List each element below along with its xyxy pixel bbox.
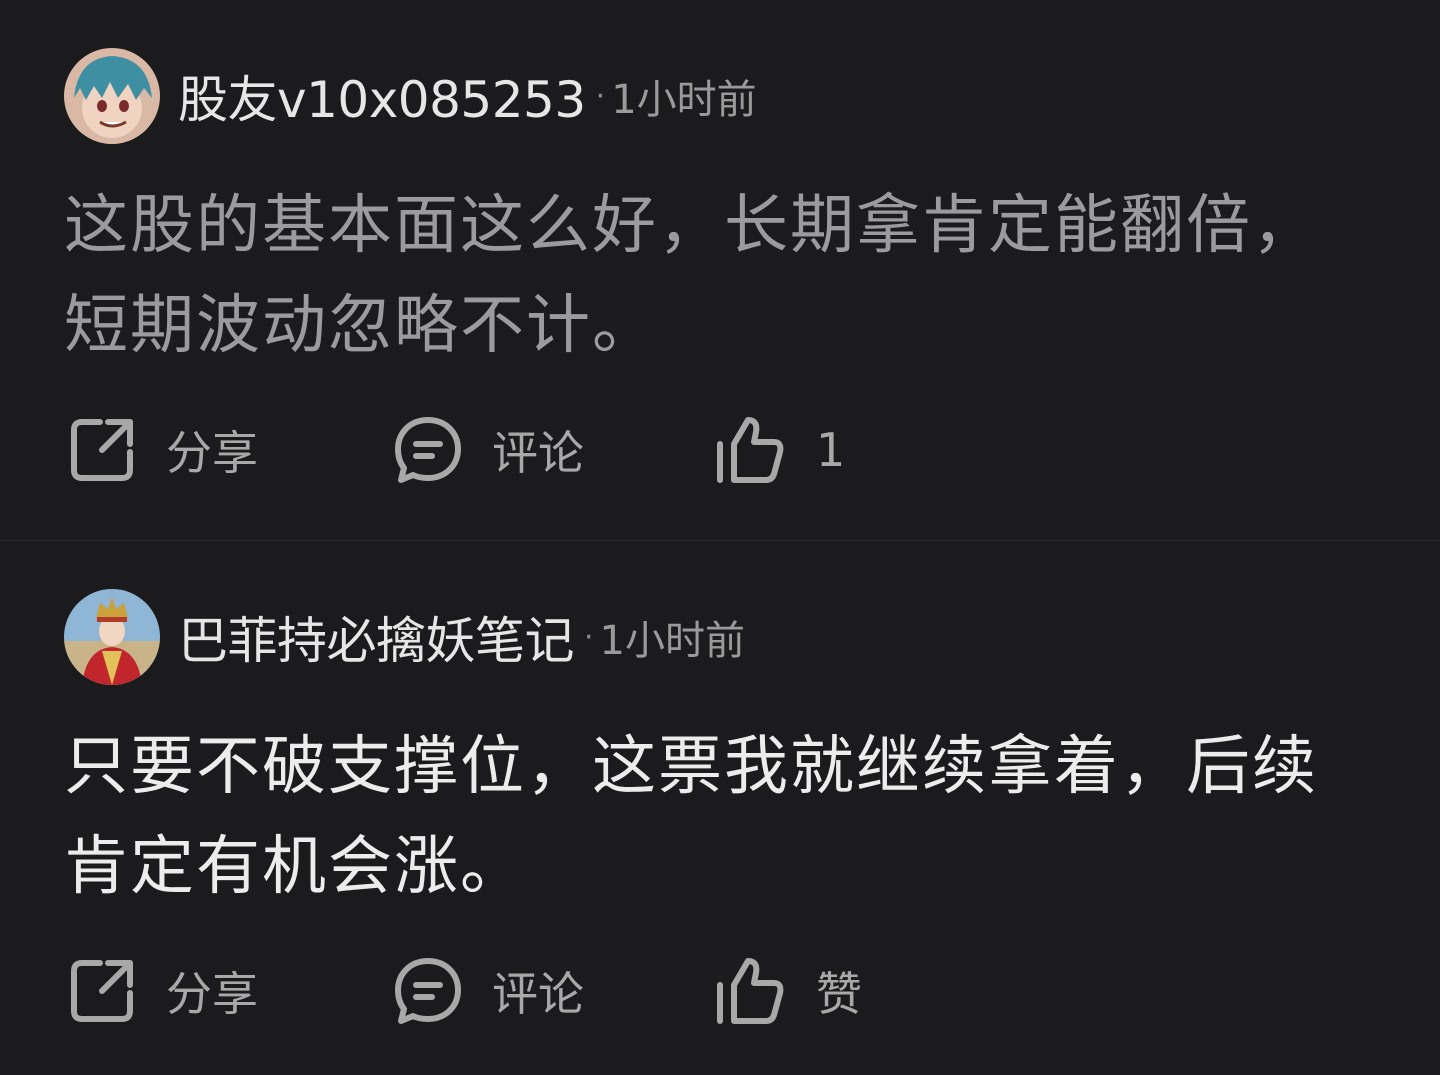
- comment-button[interactable]: 评论: [390, 946, 584, 1036]
- username[interactable]: 股友v10x085253: [178, 60, 586, 132]
- action-bar: 分享 评论 1: [64, 405, 1064, 495]
- separator-dot: ·: [595, 78, 606, 114]
- action-bar: 分享 评论 赞: [64, 946, 1064, 1036]
- comment-header: 股友v10x085253 · 1小时前: [64, 48, 757, 144]
- share-icon: [64, 953, 140, 1029]
- share-button[interactable]: 分享: [64, 946, 258, 1036]
- like-button[interactable]: 赞: [712, 946, 862, 1036]
- comment-text-line: 短期波动忽略不计。: [64, 289, 658, 363]
- separator-dot: ·: [584, 619, 594, 655]
- share-label: 分享: [166, 967, 258, 1021]
- comment-icon: [390, 412, 466, 488]
- avatar[interactable]: [64, 48, 160, 144]
- comment-feed: 股友v10x085253 · 1小时前 这股的基本面这么好，长期拿肯定能翻倍， …: [0, 0, 1440, 1075]
- share-label: 分享: [166, 426, 258, 480]
- comment-text-line: 肯定有机会涨。: [64, 830, 526, 904]
- like-count: 1: [816, 423, 846, 477]
- like-label: 赞: [816, 967, 862, 1021]
- timestamp: 1小时前: [611, 77, 757, 123]
- comment-button[interactable]: 评论: [390, 405, 584, 495]
- avatar[interactable]: [64, 589, 160, 685]
- share-icon: [64, 412, 140, 488]
- timestamp: 1小时前: [599, 618, 745, 664]
- comment-item: 巴菲持必擒妖笔记 · 1小时前 只要不破支撑位，这票我就继续拿着，后续 肯定有机…: [0, 541, 1440, 1075]
- comment-text-line: 只要不破支撑位，这票我就继续拿着，后续: [64, 730, 1318, 804]
- share-button[interactable]: 分享: [64, 405, 258, 495]
- comment-text[interactable]: 只要不破支撑位，这票我就继续拿着，后续 肯定有机会涨。: [64, 717, 1364, 917]
- comment-text[interactable]: 这股的基本面这么好，长期拿肯定能翻倍， 短期波动忽略不计。: [64, 176, 1364, 376]
- comment-label: 评论: [492, 426, 584, 480]
- comment-icon: [390, 953, 466, 1029]
- thumbs-up-icon: [712, 412, 788, 488]
- comment-text-line: 这股的基本面这么好，长期拿肯定能翻倍，: [64, 189, 1318, 263]
- comment-item: 股友v10x085253 · 1小时前 这股的基本面这么好，长期拿肯定能翻倍， …: [0, 0, 1440, 540]
- comment-header: 巴菲持必擒妖笔记 · 1小时前: [64, 589, 745, 685]
- like-button[interactable]: 1: [712, 405, 845, 495]
- username[interactable]: 巴菲持必擒妖笔记: [178, 601, 575, 673]
- thumbs-up-icon: [712, 953, 788, 1029]
- comment-label: 评论: [492, 967, 584, 1021]
